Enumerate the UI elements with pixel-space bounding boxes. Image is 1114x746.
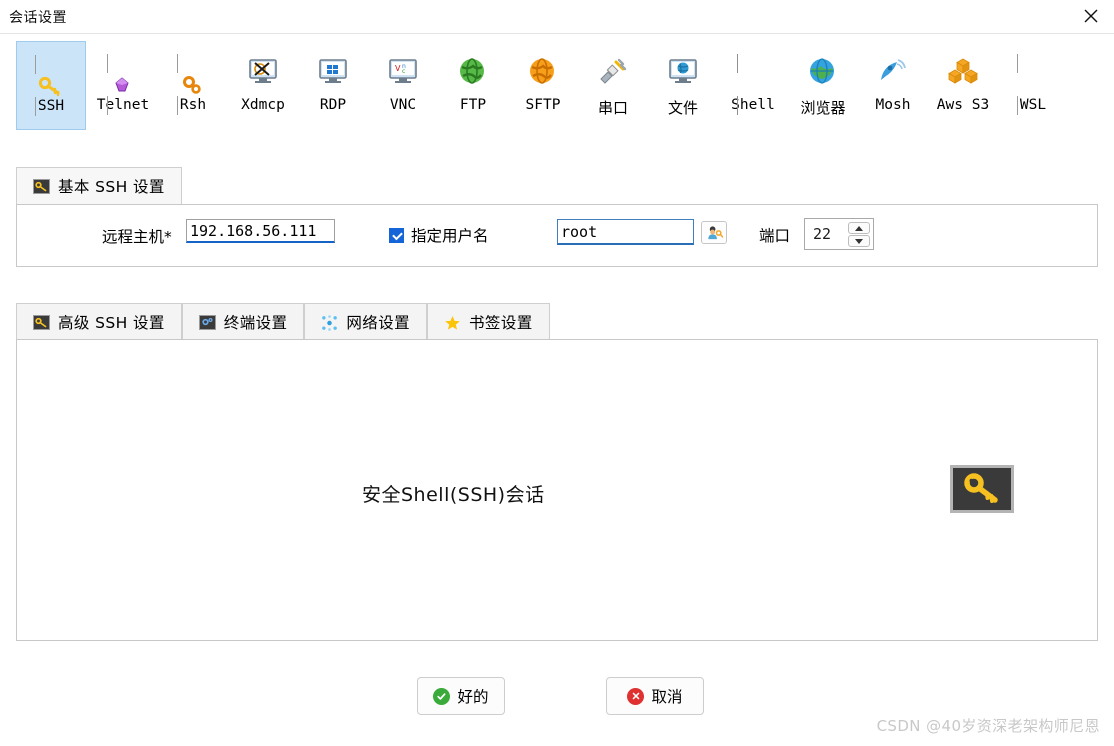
vnc-monitor-icon: V n c (387, 55, 419, 87)
session-type-label: 文件 (667, 99, 698, 117)
session-type-xdmcp[interactable]: Xdmcp (228, 41, 298, 130)
terminal-settings-icon (198, 314, 216, 330)
ok-button[interactable]: 好的 (417, 677, 505, 715)
purple-gem-icon (107, 54, 139, 115)
windows-icon (1017, 54, 1049, 115)
session-type-label: 浏览器 (800, 99, 846, 117)
key-icon (35, 55, 67, 116)
session-type-label: Xdmcp (241, 97, 285, 113)
specify-username-label: 指定用户名 (411, 227, 489, 245)
port-spinner[interactable] (804, 218, 874, 250)
svg-text:c: c (402, 68, 405, 75)
advanced-settings-panel: 安全Shell(SSH)会话 (16, 339, 1098, 641)
tab-bookmark-settings[interactable]: 书签设置 (427, 303, 550, 340)
tab-label: 网络设置 (346, 314, 411, 332)
session-type-mosh[interactable]: Mosh (858, 41, 928, 130)
session-type-serial[interactable]: 串口 (578, 41, 648, 130)
tab-label: 高级 SSH 设置 (58, 314, 165, 332)
ok-button-label: 好的 (457, 688, 489, 706)
tab-network-settings[interactable]: 网络设置 (304, 303, 428, 340)
x-monitor-icon (247, 55, 279, 87)
username-input[interactable] (557, 219, 694, 245)
session-type-label: Rsh (179, 97, 207, 113)
tab-basic-ssh-settings[interactable]: 基本 SSH 设置 (16, 167, 182, 204)
key-icon (33, 314, 50, 330)
caret-up-icon[interactable] (848, 222, 870, 234)
session-type-label: VNC (389, 97, 417, 113)
session-type-telnet[interactable]: Telnet (88, 41, 158, 130)
session-type-vnc[interactable]: V n c VNC (368, 41, 438, 130)
caret-down-icon[interactable] (848, 235, 870, 247)
session-type-ssh[interactable]: SSH (16, 41, 86, 130)
windows-monitor-icon (317, 55, 349, 87)
window-title: 会话设置 (9, 10, 67, 26)
session-type-sftp[interactable]: SFTP (508, 41, 578, 130)
titlebar: 会话设置 (0, 0, 1114, 34)
terminal-icon: > (737, 54, 769, 115)
key-icon (33, 178, 50, 194)
session-type-file[interactable]: 文件 (648, 41, 718, 130)
session-type-label: SSH (37, 98, 65, 114)
tab-label: 书签设置 (469, 314, 533, 332)
orange-globe-icon (527, 55, 559, 87)
session-type-label: RDP (319, 97, 347, 113)
close-icon[interactable] (1068, 0, 1114, 32)
aws-cubes-icon (947, 55, 979, 87)
checkbox-check-icon (389, 227, 404, 243)
session-type-label: Telnet (96, 97, 150, 113)
blue-globe-icon (807, 55, 839, 87)
session-type-ftp[interactable]: FTP (438, 41, 508, 130)
satellite-dish-icon (877, 55, 909, 87)
session-description: 安全Shell(SSH)会话 (362, 484, 545, 506)
session-type-label: 串口 (597, 99, 628, 117)
tab-terminal-settings[interactable]: 终端设置 (181, 303, 305, 340)
plug-icon (597, 55, 629, 87)
user-key-icon[interactable] (701, 221, 727, 244)
port-label: 端口 (759, 227, 791, 245)
session-type-label: FTP (459, 97, 487, 113)
cancel-button[interactable]: 取消 (606, 677, 704, 715)
advanced-settings-tabbar: 高级 SSH 设置 终端设置 网络设置 书签设置 (16, 303, 550, 341)
x-circle-icon (627, 687, 645, 705)
star-icon (444, 315, 461, 330)
session-settings-window: 会话设置 SSH Telnet Rsh Xdmcp RDP V n c VNC … (0, 0, 1114, 746)
specify-username-checkbox[interactable]: 指定用户名 (389, 224, 489, 246)
session-type-wsl[interactable]: WSL (998, 41, 1068, 130)
port-input[interactable] (811, 224, 851, 244)
session-type-aws-s3[interactable]: Aws S3 (928, 41, 998, 130)
check-circle-icon (433, 687, 451, 705)
orange-gears-icon (177, 54, 209, 115)
session-type-label: Aws S3 (936, 97, 990, 113)
tab-label: 终端设置 (223, 314, 288, 332)
session-type-shell[interactable]: > Shell (718, 41, 788, 130)
tab-label: 基本 SSH 设置 (58, 178, 165, 196)
network-nodes-icon (321, 314, 338, 331)
tab-advanced-ssh-settings[interactable]: 高级 SSH 设置 (16, 303, 182, 340)
session-type-label: Mosh (875, 97, 911, 113)
session-type-strip: SSH Telnet Rsh Xdmcp RDP V n c VNC FTP S… (0, 41, 1114, 133)
watermark: CSDN @40岁资深老架构师尼恩 (876, 717, 1100, 735)
big-key-icon (950, 465, 1014, 513)
cancel-button-label: 取消 (651, 688, 683, 706)
globe-monitor-icon (667, 55, 699, 87)
session-type-label: SFTP (525, 97, 561, 113)
svg-text:>: > (741, 77, 747, 87)
svg-text:V: V (395, 64, 401, 73)
session-type-rdp[interactable]: RDP (298, 41, 368, 130)
session-type-rsh[interactable]: Rsh (158, 41, 228, 130)
remote-host-input[interactable] (186, 219, 335, 243)
session-type-browser[interactable]: 浏览器 (788, 41, 858, 130)
session-type-label: WSL (1019, 97, 1047, 113)
remote-host-label: 远程主机* (102, 228, 172, 246)
basic-settings-tabbar: 基本 SSH 设置 (16, 167, 1098, 205)
green-globe-icon (457, 55, 489, 87)
